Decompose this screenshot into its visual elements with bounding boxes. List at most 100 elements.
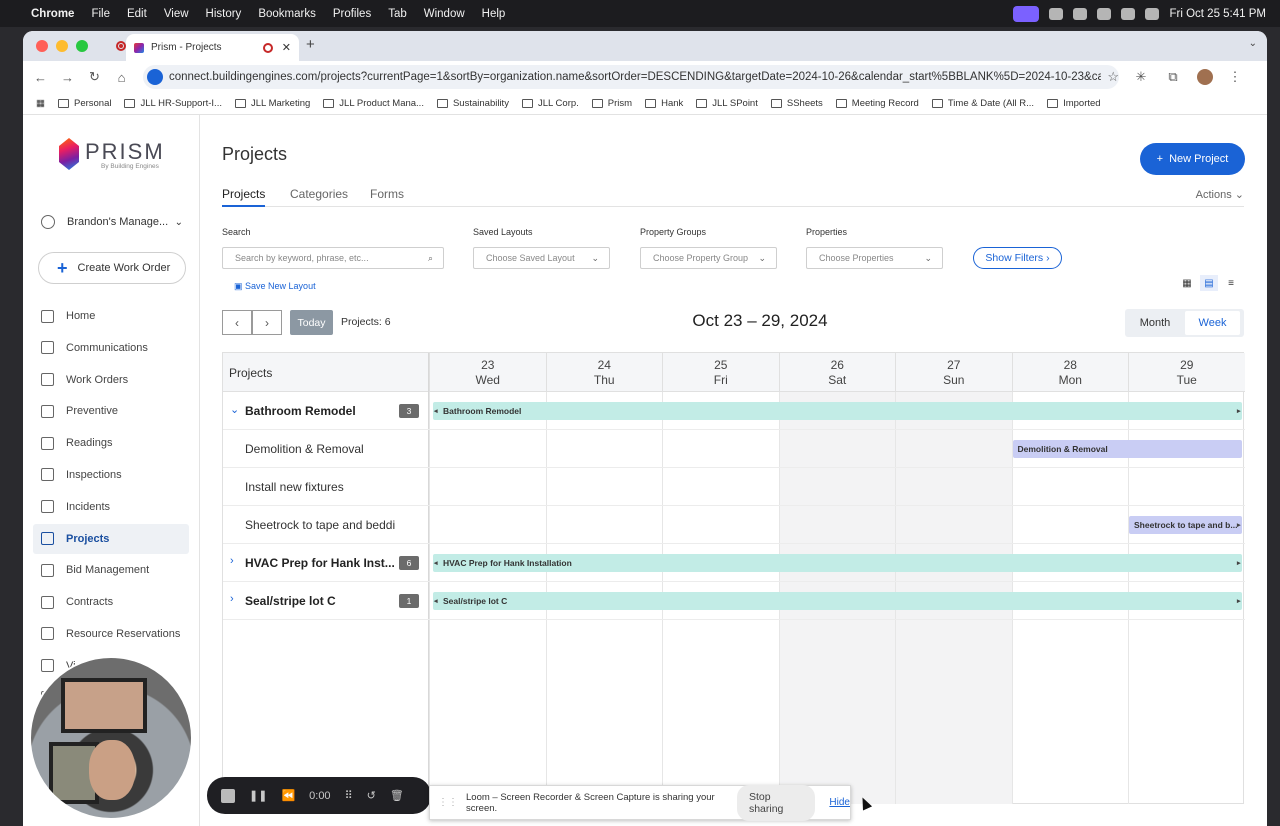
drag-handle-icon[interactable]: ⠿ [345,789,353,802]
drag-grip-icon[interactable]: ⋮⋮ [438,797,458,808]
pause-icon[interactable]: ❚❚ [249,789,267,802]
properties-select[interactable]: Choose Properties ⌄ [806,247,943,269]
prev-week-button[interactable]: ‹ [222,310,252,335]
tab-search-icon[interactable]: ⌄ [1249,38,1257,49]
browser-tab-active[interactable]: Prism - Projects ✕ [126,34,299,61]
gantt-bar[interactable]: ◂ Bathroom Remodel ▸ [433,402,1242,420]
task-name[interactable]: Sheetrock to tape and bedding [245,518,395,532]
sidebar-item-bid-management[interactable]: Bid Management [33,555,189,585]
sidebar-item-projects[interactable]: Projects [33,523,189,554]
today-button[interactable]: Today [290,310,333,335]
gear-tray-icon[interactable] [1073,7,1088,20]
bookmark-jll-hr[interactable]: JLL HR-Support-I... [124,98,222,109]
new-tab-button[interactable]: + [306,36,315,53]
restart-icon[interactable]: ↺ [367,789,376,802]
sidebar-item-preventive[interactable]: Preventive [33,396,189,426]
bookmark-jll-corp[interactable]: JLL Corp. [521,98,579,109]
bookmark-prism[interactable]: Prism [591,98,632,109]
account-selector[interactable]: Brandon's Manage... ⌄ [41,215,183,229]
sidebar-item-readings[interactable]: Readings [33,428,189,458]
sidebar-item-inspections[interactable]: Inspections [33,460,189,490]
sidebar-item-contracts[interactable]: Contracts [33,587,189,617]
bookmark-imported[interactable]: Imported [1047,98,1101,109]
menu-profiles[interactable]: Profiles [333,8,371,20]
month-view-button[interactable]: Month [1125,317,1185,329]
profile-avatar[interactable] [1197,69,1213,85]
menu-clock[interactable]: Fri Oct 25 5:41 PM [1169,8,1266,20]
show-filters-button[interactable]: Show Filters › [973,247,1062,269]
new-project-button[interactable]: + New Project [1140,143,1245,175]
expand-chevron-icon[interactable]: › [230,555,234,567]
menu-view[interactable]: View [164,8,189,20]
save-new-layout-link[interactable]: ▣ Save New Layout [234,281,316,292]
menu-help[interactable]: Help [482,8,506,20]
close-window-button[interactable] [36,40,48,52]
bookmark-meeting-record[interactable]: Meeting Record [835,98,919,109]
bookmark-ssheets[interactable]: SSheets [770,98,823,109]
gantt-bar[interactable]: Sheetrock to tape and b... ▸ [1129,516,1242,534]
wifi-icon[interactable] [1097,7,1112,20]
menu-window[interactable]: Window [424,8,465,20]
create-work-order-button[interactable]: + Create Work Order [38,252,186,284]
gantt-view-icon[interactable]: ▤ [1200,275,1218,291]
gantt-bar[interactable]: Demolition & Removal [1012,440,1242,458]
expand-chevron-icon[interactable]: › [230,593,234,605]
gantt-bar[interactable]: ◂ HVAC Prep for Hank Installation ▸ [433,554,1242,572]
week-view-button[interactable]: Week [1185,311,1240,335]
stop-sharing-button[interactable]: Stop sharing [736,784,816,821]
sidebar-item-work-orders[interactable]: Work Orders [33,365,189,395]
actions-dropdown[interactable]: Actions ⌄ [1196,188,1244,201]
zoom-window-button[interactable] [76,40,88,52]
sidebar-item-home[interactable]: Home [33,301,189,331]
menu-history[interactable]: History [206,8,242,20]
tab-projects[interactable]: Projects [222,187,266,207]
shield-tray-icon[interactable] [1049,7,1064,20]
task-name[interactable]: Install new fixtures [245,480,395,494]
extension-icon[interactable]: ✳ [1131,69,1151,85]
bookmark-time-date[interactable]: Time & Date (All R... [931,98,1034,109]
task-name[interactable]: Demolition & Removal [245,442,395,456]
address-bar[interactable]: connect.buildingengines.com/projects?cur… [143,65,1119,89]
forward-button[interactable]: → [54,70,81,85]
gantt-bar[interactable]: ◂ Seal/stripe lot C ▸ [433,592,1242,610]
saved-layouts-select[interactable]: Choose Saved Layout ⌄ [473,247,610,269]
url-text[interactable]: connect.buildingengines.com/projects?cur… [169,71,1101,83]
menu-app-name[interactable]: Chrome [31,8,74,20]
bookmark-hank[interactable]: Hank [645,98,683,109]
project-name[interactable]: Bathroom Remodel [245,404,395,418]
minimize-window-button[interactable] [56,40,68,52]
bookmark-jll-spoint[interactable]: JLL SPoint [696,98,758,109]
tab-close-icon[interactable]: ✕ [282,41,291,54]
webcam-bubble[interactable] [29,656,193,820]
site-info-icon[interactable] [147,69,163,85]
project-name[interactable]: Seal/stripe lot C [245,594,395,608]
bookmark-personal[interactable]: Personal [57,98,111,109]
rewind-icon[interactable]: ⏪ [281,789,295,802]
apps-grid-icon[interactable]: ▦ [36,98,45,109]
sidebar-item-incidents[interactable]: Incidents [33,492,189,522]
menu-file[interactable]: File [91,8,110,20]
stop-recording-button[interactable] [221,788,235,803]
sidebar-item-communications[interactable]: Communications [33,333,189,363]
control-center-icon[interactable] [1145,7,1160,20]
browser-menu-icon[interactable]: ⋮ [1225,69,1245,85]
property-groups-select[interactable]: Choose Property Group ⌄ [640,247,777,269]
search-tray-icon[interactable] [1121,7,1136,20]
menu-tab[interactable]: Tab [388,8,407,20]
bookmark-jll-product[interactable]: JLL Product Mana... [323,98,424,109]
calendar-view-icon[interactable]: ▦ [1178,275,1196,291]
bookmark-sustainability[interactable]: Sustainability [436,98,509,109]
reload-button[interactable]: ↻ [81,69,108,85]
project-name[interactable]: HVAC Prep for Hank Inst... [245,556,395,570]
menu-edit[interactable]: Edit [127,8,147,20]
search-input[interactable]: Search by keyword, phrase, etc... ⌕ [222,247,444,269]
trash-icon[interactable]: 🗑 [390,789,404,802]
next-week-button[interactable]: › [252,310,282,335]
screen-record-tray-icon[interactable] [1013,5,1040,22]
bookmark-jll-marketing[interactable]: JLL Marketing [234,98,310,109]
collapse-chevron-icon[interactable]: ⌄ [230,403,239,416]
menu-bookmarks[interactable]: Bookmarks [258,8,316,20]
prism-logo[interactable]: PRISM By Building Engines [59,138,165,170]
sidebar-item-resource-reservations[interactable]: Resource Reservations [33,619,189,649]
home-button[interactable]: ⌂ [108,70,135,85]
